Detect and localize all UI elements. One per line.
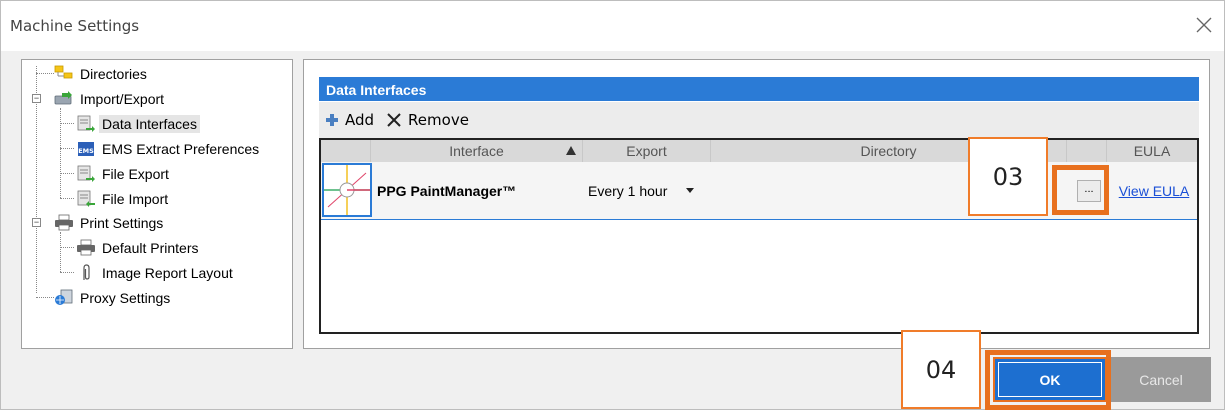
tree-item-default-printers[interactable]: Default Printers <box>76 237 201 259</box>
tree-item-label: File Import <box>102 191 169 207</box>
tree-connector <box>36 73 54 74</box>
annotation-callout-04: 04 <box>901 330 981 409</box>
grid-header-row: Interface Export Directory EULA <box>321 140 1197 162</box>
ok-focus-ring <box>998 362 1102 397</box>
tree-item-file-export[interactable]: File Export <box>76 163 172 185</box>
printer-icon <box>55 214 73 231</box>
export-cell: Every 1 hour <box>588 162 710 219</box>
column-header-label: Interface <box>449 143 504 159</box>
proxy-icon <box>55 289 73 305</box>
tree-item-label: Print Settings <box>80 215 164 231</box>
plus-icon <box>326 114 338 126</box>
tree-item-label: Data Interfaces <box>99 115 200 133</box>
collapse-import-export-icon[interactable]: − <box>32 94 41 103</box>
tree-item-ems-extract-preferences[interactable]: EMS EMS Extract Preferences <box>76 138 262 160</box>
tree-connector <box>60 148 74 149</box>
tree-item-directories[interactable]: Directories <box>54 63 150 85</box>
tree-item-label: Directories <box>80 66 147 82</box>
eula-cell: View EULA <box>1111 162 1197 219</box>
data-interfaces-toolbar: Add Remove <box>319 102 1199 138</box>
interface-name-cell: PPG PaintManager™ <box>377 162 577 219</box>
tree-item-import-export[interactable]: Import/Export <box>54 88 167 110</box>
chevron-down-icon <box>681 182 699 200</box>
column-header-eula[interactable]: EULA <box>1107 140 1197 162</box>
tree-item-label: File Export <box>102 166 169 182</box>
machine-settings-window: Machine Settings − − Directories Import/… <box>0 0 1225 410</box>
annotation-callout-03: 03 <box>968 137 1048 216</box>
tree-item-label: Import/Export <box>80 91 165 107</box>
interface-name: PPG PaintManager™ <box>377 182 517 199</box>
column-header-interface[interactable]: Interface <box>371 140 583 162</box>
remove-button-label: Remove <box>408 111 469 129</box>
ok-button[interactable]: OK <box>993 357 1107 402</box>
tree-item-label: EMS Extract Preferences <box>102 141 260 157</box>
tree-item-data-interfaces[interactable]: Data Interfaces <box>76 113 200 135</box>
add-button[interactable]: Add <box>325 111 374 129</box>
import-export-icon <box>54 91 72 105</box>
tree-connector <box>60 232 61 272</box>
add-button-label: Add <box>345 111 375 129</box>
paperclip-icon <box>83 264 90 280</box>
title-bar: Machine Settings <box>1 1 1224 51</box>
file-import-icon <box>77 190 95 207</box>
settings-tree: − − Directories Import/Export Data Inter… <box>21 59 293 349</box>
remove-button[interactable]: Remove <box>386 111 469 129</box>
section-header: Data Interfaces <box>319 77 1199 101</box>
column-header-icon <box>321 140 371 162</box>
data-interface-icon <box>77 115 95 132</box>
column-header-export[interactable]: Export <box>583 140 711 162</box>
tree-item-print-settings[interactable]: Print Settings <box>54 212 166 234</box>
tree-connector <box>60 123 74 124</box>
export-frequency-value: Every 1 hour <box>588 182 668 199</box>
tree-item-label: Proxy Settings <box>80 290 171 306</box>
view-eula-link[interactable]: View EULA <box>1119 183 1190 199</box>
remove-x-icon <box>387 113 401 127</box>
tree-connector <box>36 297 54 298</box>
close-icon[interactable] <box>1194 15 1214 35</box>
cancel-button-label: Cancel <box>1139 371 1183 388</box>
tree-item-label: Image Report Layout <box>102 265 233 281</box>
column-header-browse <box>1067 140 1107 162</box>
browse-highlight-box <box>1052 165 1109 215</box>
printer-icon <box>77 239 95 256</box>
file-export-icon <box>77 165 95 182</box>
tree-item-image-report-layout[interactable]: Image Report Layout <box>76 262 236 284</box>
tree-connector <box>60 198 74 199</box>
tree-connector <box>60 247 74 248</box>
color-wheel-icon <box>322 163 372 217</box>
export-frequency-dropdown[interactable]: Every 1 hour <box>588 182 699 200</box>
tree-connector <box>60 272 74 273</box>
folder-tree-icon <box>54 65 73 79</box>
tree-item-file-import[interactable]: File Import <box>76 188 171 210</box>
tree-connector <box>60 108 61 198</box>
sort-ascending-icon <box>566 146 576 155</box>
collapse-print-settings-icon[interactable]: − <box>32 218 41 227</box>
ems-badge-text: EMS <box>78 147 94 155</box>
tree-connector <box>60 173 74 174</box>
ems-icon: EMS <box>78 142 94 156</box>
window-title: Machine Settings <box>10 17 140 35</box>
tree-item-proxy-settings[interactable]: Proxy Settings <box>54 287 173 309</box>
cancel-button[interactable]: Cancel <box>1111 357 1211 402</box>
tree-item-label: Default Printers <box>102 240 199 256</box>
